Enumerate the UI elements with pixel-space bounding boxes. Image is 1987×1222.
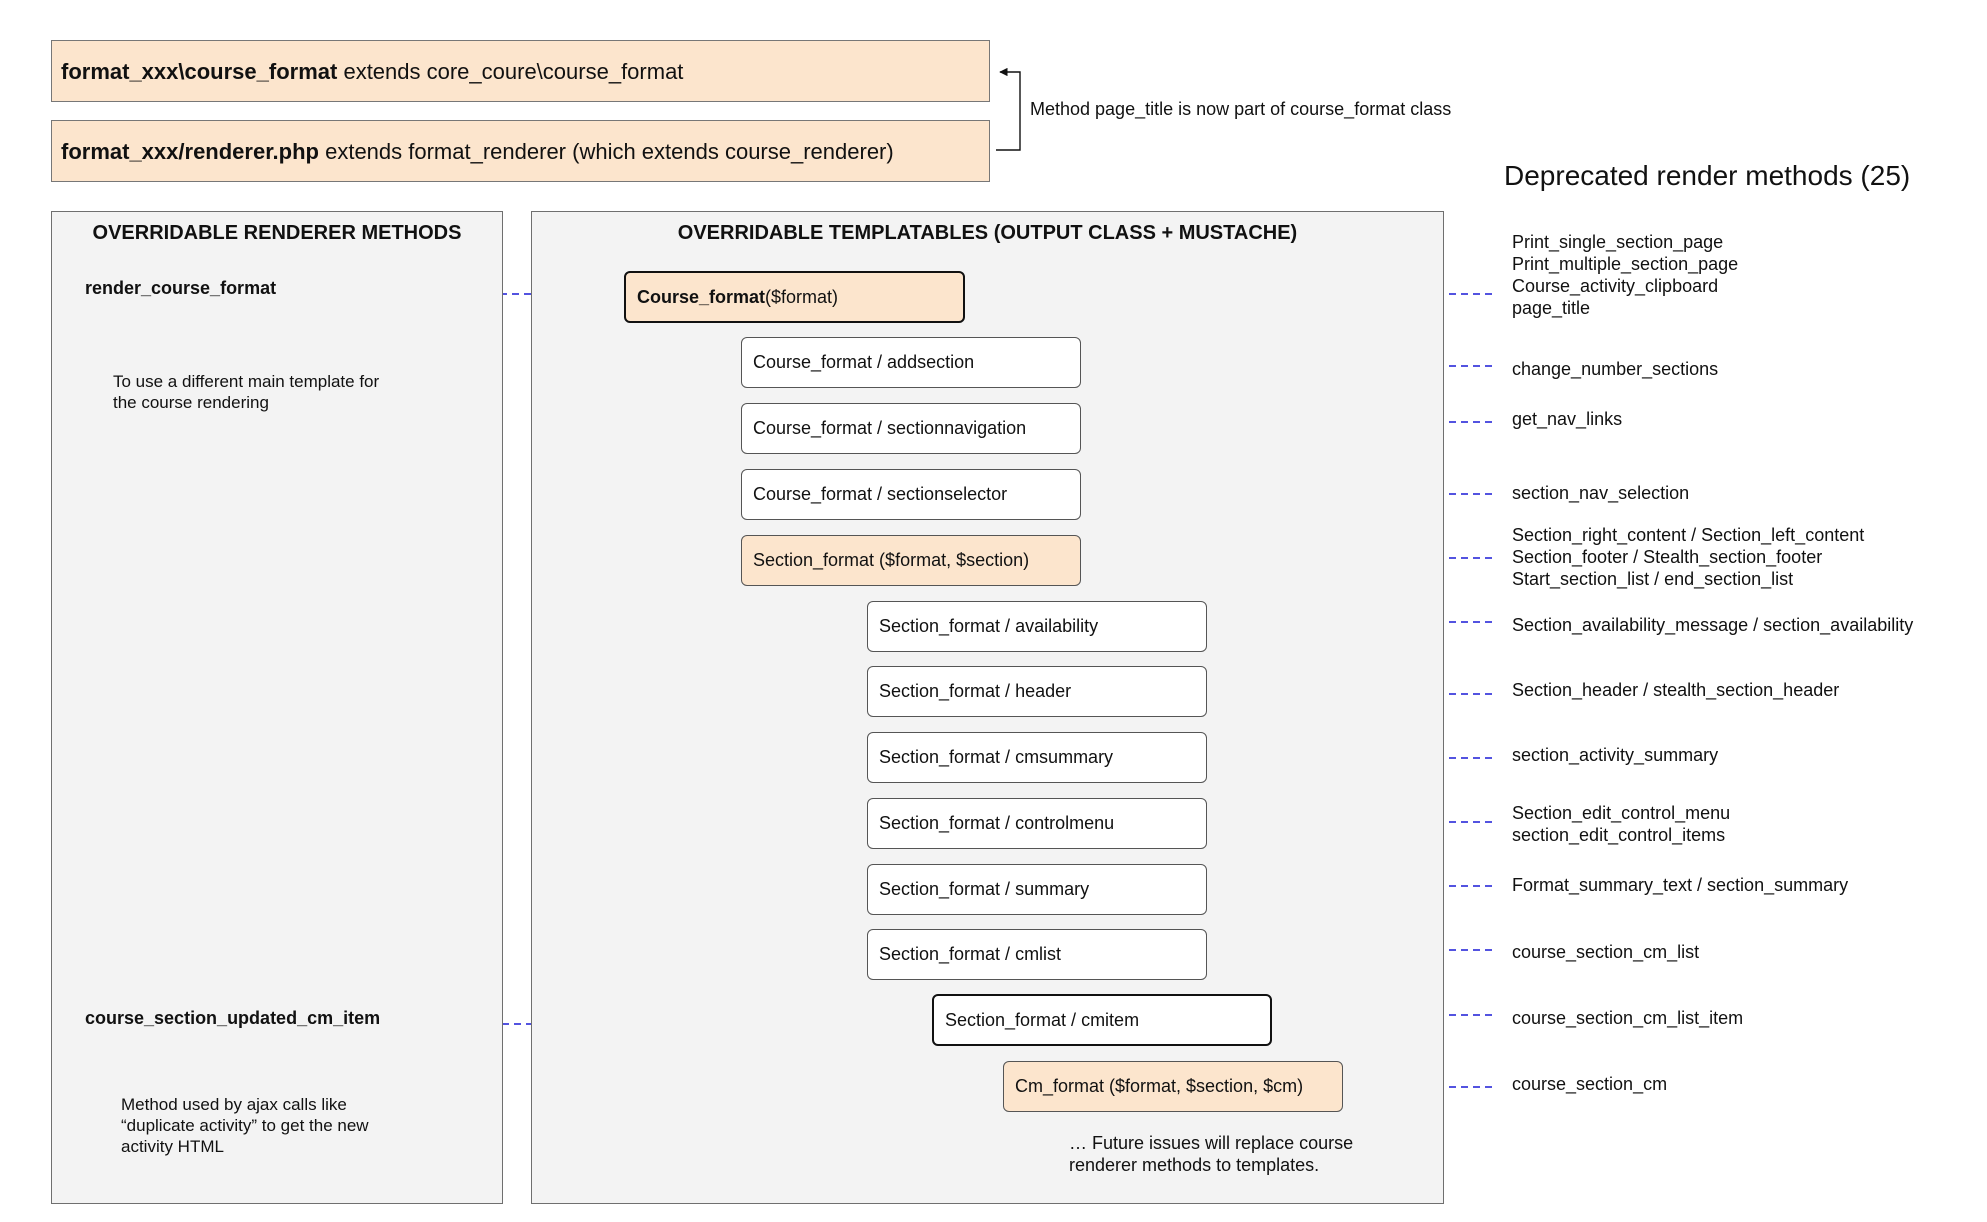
header-node: Section_format / header (867, 666, 1207, 717)
sectionselector-node: Course_format / sectionselector (741, 469, 1081, 520)
deprecated-course-section-cm-list: course_section_cm_list (1512, 942, 1700, 962)
renderer-class-extends: extends format_renderer (which extends c… (318, 139, 894, 164)
cmsummary-node: Section_format / cmsummary (867, 732, 1207, 783)
course-format-node-args: ($format) (765, 286, 839, 307)
course-format-class-name: format_xxx\course_format (61, 59, 338, 84)
section-format-node: Section_format ($format, $section) (741, 535, 1081, 586)
summary-node: Section_format / summary (867, 864, 1207, 915)
templatables-title: OVERRIDABLE TEMPLATABLES (OUTPUT CLASS +… (677, 222, 1298, 244)
deprecated-group-course-format: Print_single_section_page Print_multiple… (1512, 232, 1739, 318)
render-course-format-callout: To use a different main template for the… (113, 372, 380, 412)
renderer-class-box: format_xxx/renderer.php extends format_r… (51, 120, 990, 182)
deprecated-section-nav-selection: section_nav_selection (1512, 483, 1690, 503)
controlmenu-node: Section_format / controlmenu (867, 798, 1207, 849)
deprecated-course-section-cm: course_section_cm (1512, 1074, 1668, 1094)
course-format-node-name: Course_format (637, 286, 766, 307)
renderer-methods-title: OVERRIDABLE RENDERER METHODS (92, 222, 462, 244)
course-format-node: Course_format ($format) (624, 271, 965, 323)
course-format-class-extends: extends core_coure\course_format (337, 59, 684, 84)
deprecated-section-activity-summary: section_activity_summary (1512, 745, 1719, 765)
course-section-updated-cm-item-method: course_section_updated_cm_item (85, 1008, 381, 1028)
deprecated-group-control-menu: Section_edit_control_menu section_edit_c… (1512, 803, 1731, 845)
sectionnavigation-node: Course_format / sectionnavigation (741, 403, 1081, 454)
cm-format-node: Cm_format ($format, $section, $cm) (1003, 1061, 1343, 1112)
availability-node: Section_format / availability (867, 601, 1207, 652)
page-title-note: Method page_title is now part of course_… (1030, 99, 1452, 119)
addsection-node: Course_format / addsection (741, 337, 1081, 388)
page-title-bracket (996, 67, 1021, 151)
cmlist-node: Section_format / cmlist (867, 929, 1207, 980)
deprecated-course-section-cm-list-item: course_section_cm_list_item (1512, 1008, 1744, 1028)
deprecated-change-number-sections: change_number_sections (1512, 359, 1719, 379)
deprecated-get-nav-links: get_nav_links (1512, 409, 1623, 429)
render-course-format-method: render_course_format (85, 278, 277, 298)
deprecated-section-header: Section_header / stealth_section_header (1512, 680, 1840, 700)
course-format-class-box: format_xxx\course_format extends core_co… (51, 40, 990, 102)
future-issues-note: … Future issues will replace course rend… (1069, 1133, 1354, 1175)
renderer-class-name: format_xxx/renderer.php (61, 139, 319, 164)
renderer-methods-panel: OVERRIDABLE RENDERER METHODS (51, 211, 503, 1204)
deprecated-title: Deprecated render methods (25) (1504, 160, 1911, 191)
cm-item-callout: Method used by ajax calls like “duplicat… (121, 1095, 369, 1156)
deprecated-group-section-format: Section_right_content / Section_left_con… (1512, 525, 1865, 589)
deprecated-section-availability: Section_availability_message / section_a… (1512, 615, 1914, 635)
cmitem-node: Section_format / cmitem (932, 994, 1272, 1046)
deprecated-section-summary: Format_summary_text / section_summary (1512, 875, 1849, 895)
